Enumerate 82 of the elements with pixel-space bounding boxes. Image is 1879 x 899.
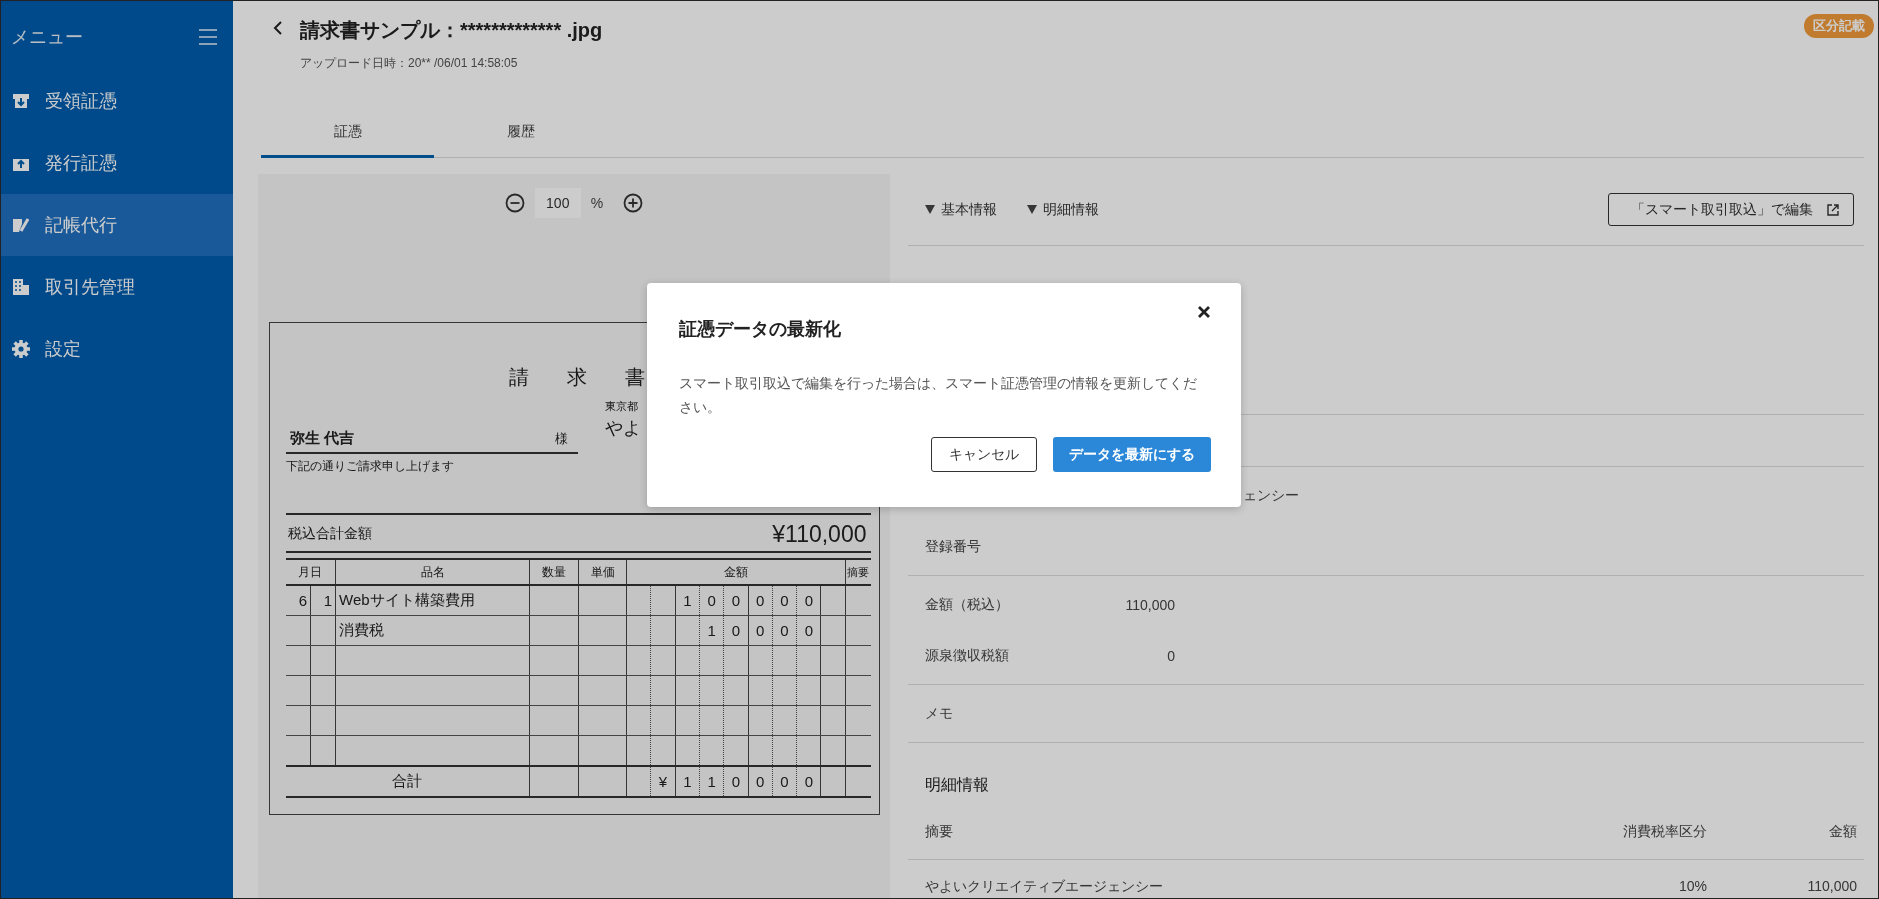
customer-name: 弥生 代吉 <box>289 429 354 448</box>
table-cell-text: 110,000 <box>1806 878 1857 896</box>
digit-cell: 1 <box>707 773 716 790</box>
issuer-name: やよ <box>604 417 641 440</box>
digit-cell: 0 <box>780 773 789 790</box>
table-header: 金額 <box>626 559 846 585</box>
digit-cell: 0 <box>731 773 741 790</box>
column-header: 摘要 <box>925 823 954 841</box>
honorific: 様 <box>554 430 568 448</box>
upload-time: アップロード日時：20** /06/01 14:58:05 <box>300 55 519 72</box>
digit-cell: 0 <box>780 622 789 639</box>
currency-cell: ¥ <box>658 773 668 790</box>
table-header: 数量 <box>529 559 579 585</box>
field-value: ェンシー <box>1242 486 1299 505</box>
table-header: 品名 <box>335 559 530 585</box>
tab[interactable]: 履歴 <box>434 109 607 158</box>
table-header: 月日 <box>285 559 336 585</box>
caret-icon <box>925 205 935 214</box>
sidebar-item[interactable]: 取引先管理 <box>1 256 233 318</box>
field-label: メモ <box>925 704 954 723</box>
field-label: 金額（税込） <box>925 595 1010 614</box>
digit-cell: 0 <box>756 592 765 609</box>
zoom-in-icon[interactable] <box>623 193 644 213</box>
digit-cell: 0 <box>707 592 716 609</box>
field-label: 登録番号 <box>925 537 982 556</box>
sidebar-item[interactable]: 記帳代行 <box>1 194 233 256</box>
digit-cell: 0 <box>804 773 813 790</box>
field-label: 源泉徴収税額 <box>925 646 1010 665</box>
total-label: 税込合計金額 <box>287 525 372 543</box>
digit-cell: 0 <box>804 622 813 639</box>
tray-icon <box>11 91 31 111</box>
dialog-title: 証憑データの最新化 <box>679 318 841 341</box>
invoice-title: 請 求 書 <box>509 365 661 390</box>
menu-title: メニュー <box>11 26 83 49</box>
field-value: 0 <box>1166 647 1175 664</box>
sum-label: 合計 <box>392 772 423 789</box>
zoom-out-icon[interactable] <box>504 193 525 213</box>
percent-label: % <box>590 195 604 211</box>
section-toggle[interactable]: 基本情報 <box>925 200 997 219</box>
column-header: 金額 <box>1828 823 1857 841</box>
table-cell: 1 <box>323 592 332 609</box>
tab[interactable]: 証憑 <box>261 109 434 158</box>
status-badge: 区分記載 <box>1804 14 1874 38</box>
sidebar-item[interactable]: 受領証憑 <box>1 70 233 132</box>
digit-cell: 0 <box>804 592 813 609</box>
issuer-address: 東京都 <box>604 399 639 414</box>
settings-icon <box>11 339 31 359</box>
zoom-field[interactable]: 100 <box>534 188 581 218</box>
external-link-icon <box>1827 203 1839 216</box>
invoice-note: 下記の通りご請求申し上げます <box>285 458 455 475</box>
close-icon[interactable] <box>1197 305 1211 319</box>
digit-cell: 0 <box>731 622 741 639</box>
sidebar-item[interactable]: 設定 <box>1 318 233 380</box>
digit-cell: 1 <box>683 773 692 790</box>
confirm-button[interactable]: データを最新にする <box>1053 437 1211 472</box>
caret-icon <box>1027 205 1037 214</box>
sidebar-item[interactable]: 発行証憑 <box>1 132 233 194</box>
total-amount: ¥110,000 <box>772 520 867 548</box>
table-header: 摘要 <box>845 559 871 585</box>
digit-cell: 1 <box>707 622 716 639</box>
table-cell: 6 <box>298 592 307 609</box>
file-title: 請求書サンプル：************* .jpg <box>300 18 604 43</box>
table-cell: Webサイト構築費用 <box>339 591 475 608</box>
digit-cell: 0 <box>756 773 765 790</box>
table-cell: 消費税 <box>339 621 384 638</box>
table-cell-text: 10% <box>1677 878 1707 896</box>
menu-icon[interactable] <box>199 29 217 45</box>
section-heading: 明細情報 <box>924 775 990 795</box>
digit-cell: 0 <box>780 592 789 609</box>
cancel-button[interactable]: キャンセル <box>931 437 1037 472</box>
table-header: 単価 <box>578 559 627 585</box>
edit-button[interactable]: 「スマート取引取込」で編集 <box>1608 193 1854 226</box>
field-value: 110,000 <box>1124 596 1175 613</box>
digit-cell: 1 <box>683 592 692 609</box>
back-icon[interactable] <box>273 21 283 35</box>
digit-cell: 0 <box>731 592 741 609</box>
dialog-message: スマート取引取込で編集を行った場合は、スマート証憑管理の情報を更新してください。 <box>679 374 1198 417</box>
column-header: 消費税率区分 <box>1622 823 1707 841</box>
digit-cell: 0 <box>756 622 765 639</box>
section-toggle[interactable]: 明細情報 <box>1027 200 1099 219</box>
table-cell-text: やよいクリエイティブエージェンシー <box>925 878 1164 896</box>
building-icon <box>11 277 31 297</box>
